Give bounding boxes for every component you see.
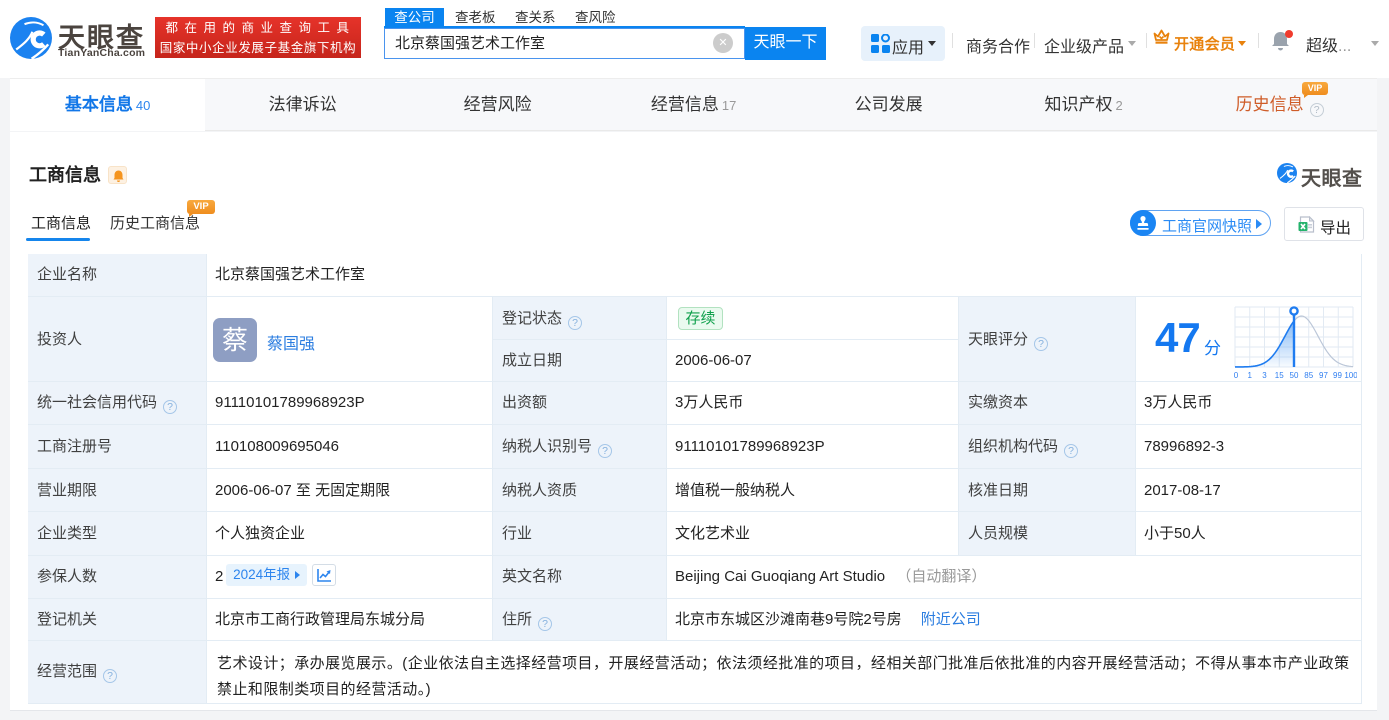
svg-text:100: 100: [1344, 371, 1357, 380]
svg-text:15: 15: [1275, 371, 1284, 380]
svg-text:97: 97: [1319, 371, 1328, 380]
svg-text:0: 0: [1234, 371, 1239, 380]
svg-text:99: 99: [1333, 371, 1342, 380]
svg-text:3: 3: [1262, 371, 1267, 380]
svg-text:85: 85: [1304, 371, 1313, 380]
svg-text:1: 1: [1248, 371, 1253, 380]
svg-text:50: 50: [1290, 371, 1299, 380]
